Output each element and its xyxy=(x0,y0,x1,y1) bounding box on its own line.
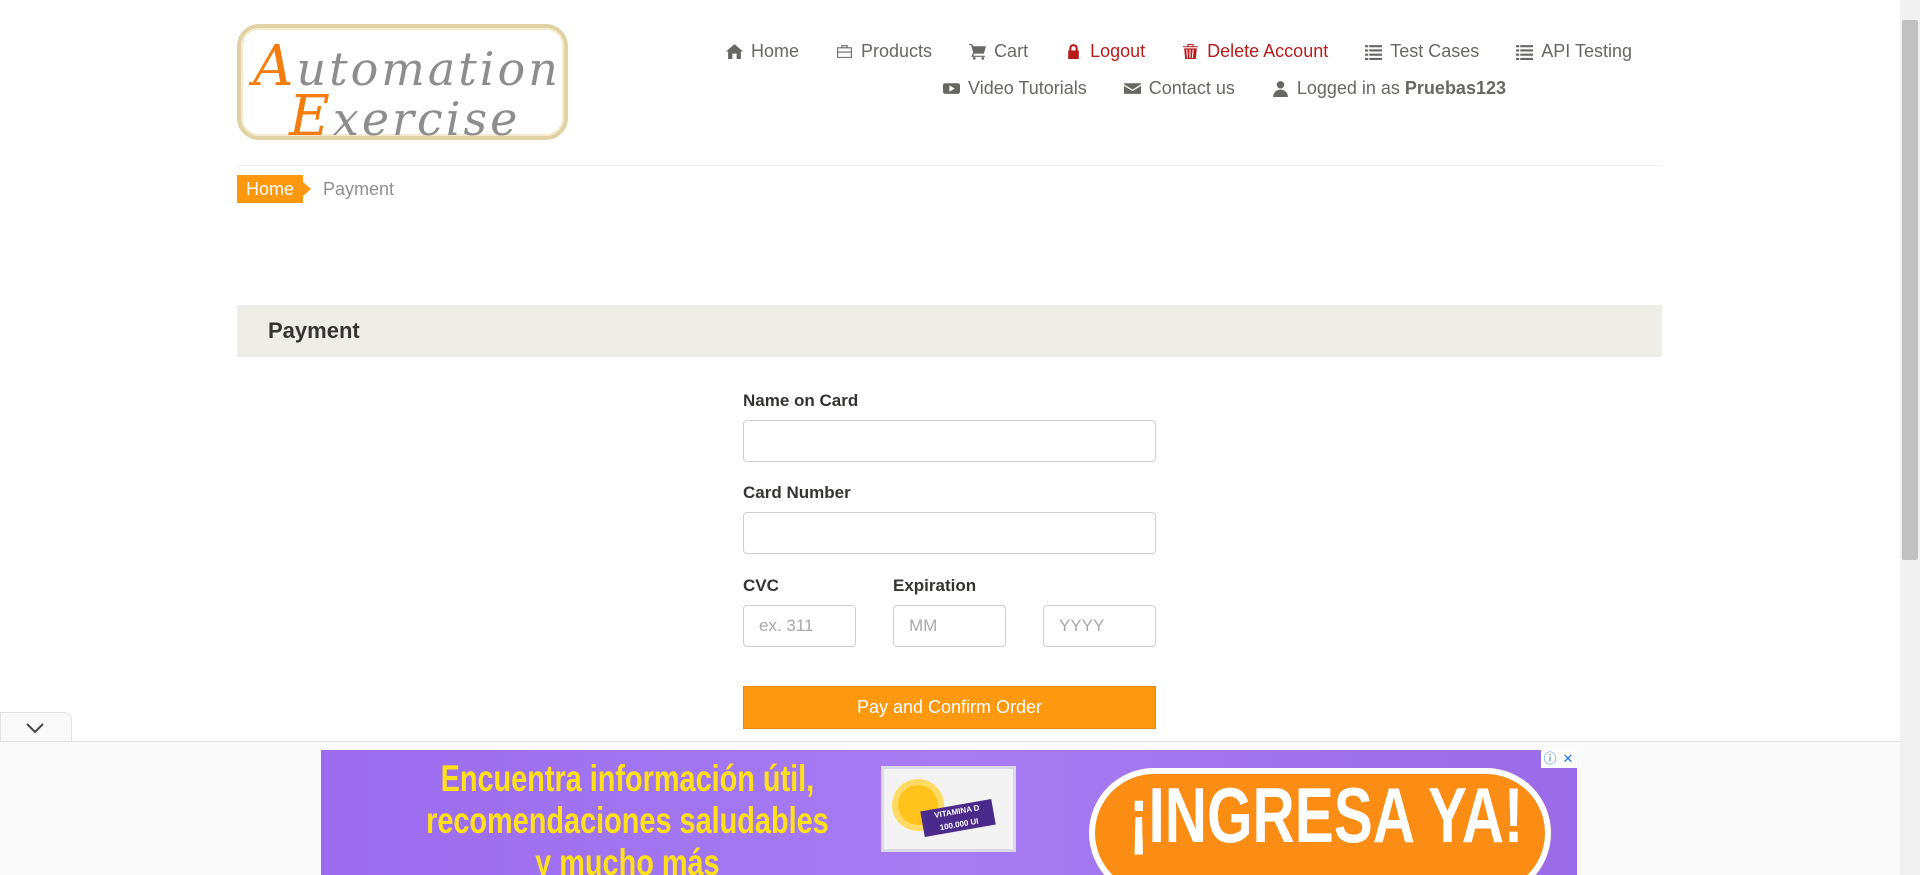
cvc-input[interactable] xyxy=(743,605,856,647)
main-nav: Home Products Cart Logout Delete Account… xyxy=(689,36,1632,110)
logo-line2: Exercise xyxy=(289,84,521,149)
ad-close-icon[interactable]: ✕ xyxy=(1559,750,1577,768)
briefcase-icon xyxy=(837,44,852,58)
nav-contact-us[interactable]: Contact us xyxy=(1123,78,1235,99)
card-number-label: Card Number xyxy=(743,483,851,502)
header-divider xyxy=(237,165,1662,166)
logged-in-status: Logged in as Pruebas123 xyxy=(1272,78,1506,99)
nav-logout[interactable]: Logout xyxy=(1065,41,1145,62)
pay-and-confirm-button[interactable]: Pay and Confirm Order xyxy=(743,686,1156,729)
expiry-year-input[interactable] xyxy=(1043,605,1156,647)
user-icon xyxy=(1272,80,1288,97)
nav-row-secondary: Video Tutorials Contact us Logged in as … xyxy=(906,73,1506,103)
expiration-label: Expiration xyxy=(893,576,977,595)
home-icon xyxy=(726,43,743,59)
payment-heading: Payment xyxy=(268,318,360,343)
cvc-label: CVC xyxy=(743,576,779,595)
scrollbar-thumb[interactable] xyxy=(1902,20,1918,560)
site-logo[interactable]: Automation Exercise xyxy=(237,24,568,149)
lock-icon xyxy=(1068,43,1079,59)
list-icon xyxy=(1365,44,1383,60)
nav-products[interactable]: Products xyxy=(836,41,932,62)
ad-text: Encuentra información útil, recomendacio… xyxy=(426,758,829,875)
breadcrumb-home[interactable]: Home xyxy=(237,175,312,203)
trash-icon xyxy=(1183,43,1199,59)
nav-home[interactable]: Home xyxy=(726,41,799,62)
ad-cta-button[interactable]: ¡INGRESA YA! xyxy=(1089,768,1551,875)
nav-test-cases[interactable]: Test Cases xyxy=(1365,41,1479,62)
name-on-card-input[interactable] xyxy=(743,420,1156,462)
name-on-card-label: Name on Card xyxy=(743,391,859,410)
nav-delete-account[interactable]: Delete Account xyxy=(1182,41,1328,62)
list-icon xyxy=(1516,44,1534,60)
ad-controls: ⓘ ✕ xyxy=(1541,750,1577,768)
nav-row-primary: Home Products Cart Logout Delete Account… xyxy=(689,36,1632,66)
payment-heading-bar: Payment xyxy=(237,305,1662,357)
cart-icon xyxy=(969,43,987,60)
nav-cart[interactable]: Cart xyxy=(969,41,1028,62)
scroll-up-icon[interactable] xyxy=(1900,0,1920,17)
ad-collapse-tab[interactable] xyxy=(0,712,72,742)
page-scrollbar[interactable] xyxy=(1900,0,1920,875)
ad-banner[interactable]: Encuentra información útil, recomendacio… xyxy=(321,750,1577,875)
ad-product-image: VITAMINA D 100.000 UI xyxy=(881,766,1016,852)
youtube-icon xyxy=(943,82,961,94)
scroll-down-icon[interactable] xyxy=(1900,858,1920,875)
card-number-input[interactable] xyxy=(743,512,1156,554)
expiry-month-input[interactable] xyxy=(893,605,1006,647)
nav-api-testing[interactable]: API Testing xyxy=(1516,41,1632,62)
breadcrumb-current: Payment xyxy=(323,179,395,199)
username: Pruebas123 xyxy=(1404,77,1506,98)
chevron-down-icon xyxy=(26,723,44,734)
ad-info-icon[interactable]: ⓘ xyxy=(1541,750,1559,768)
nav-video-tutorials[interactable]: Video Tutorials xyxy=(943,78,1087,99)
envelope-icon xyxy=(1123,82,1141,94)
